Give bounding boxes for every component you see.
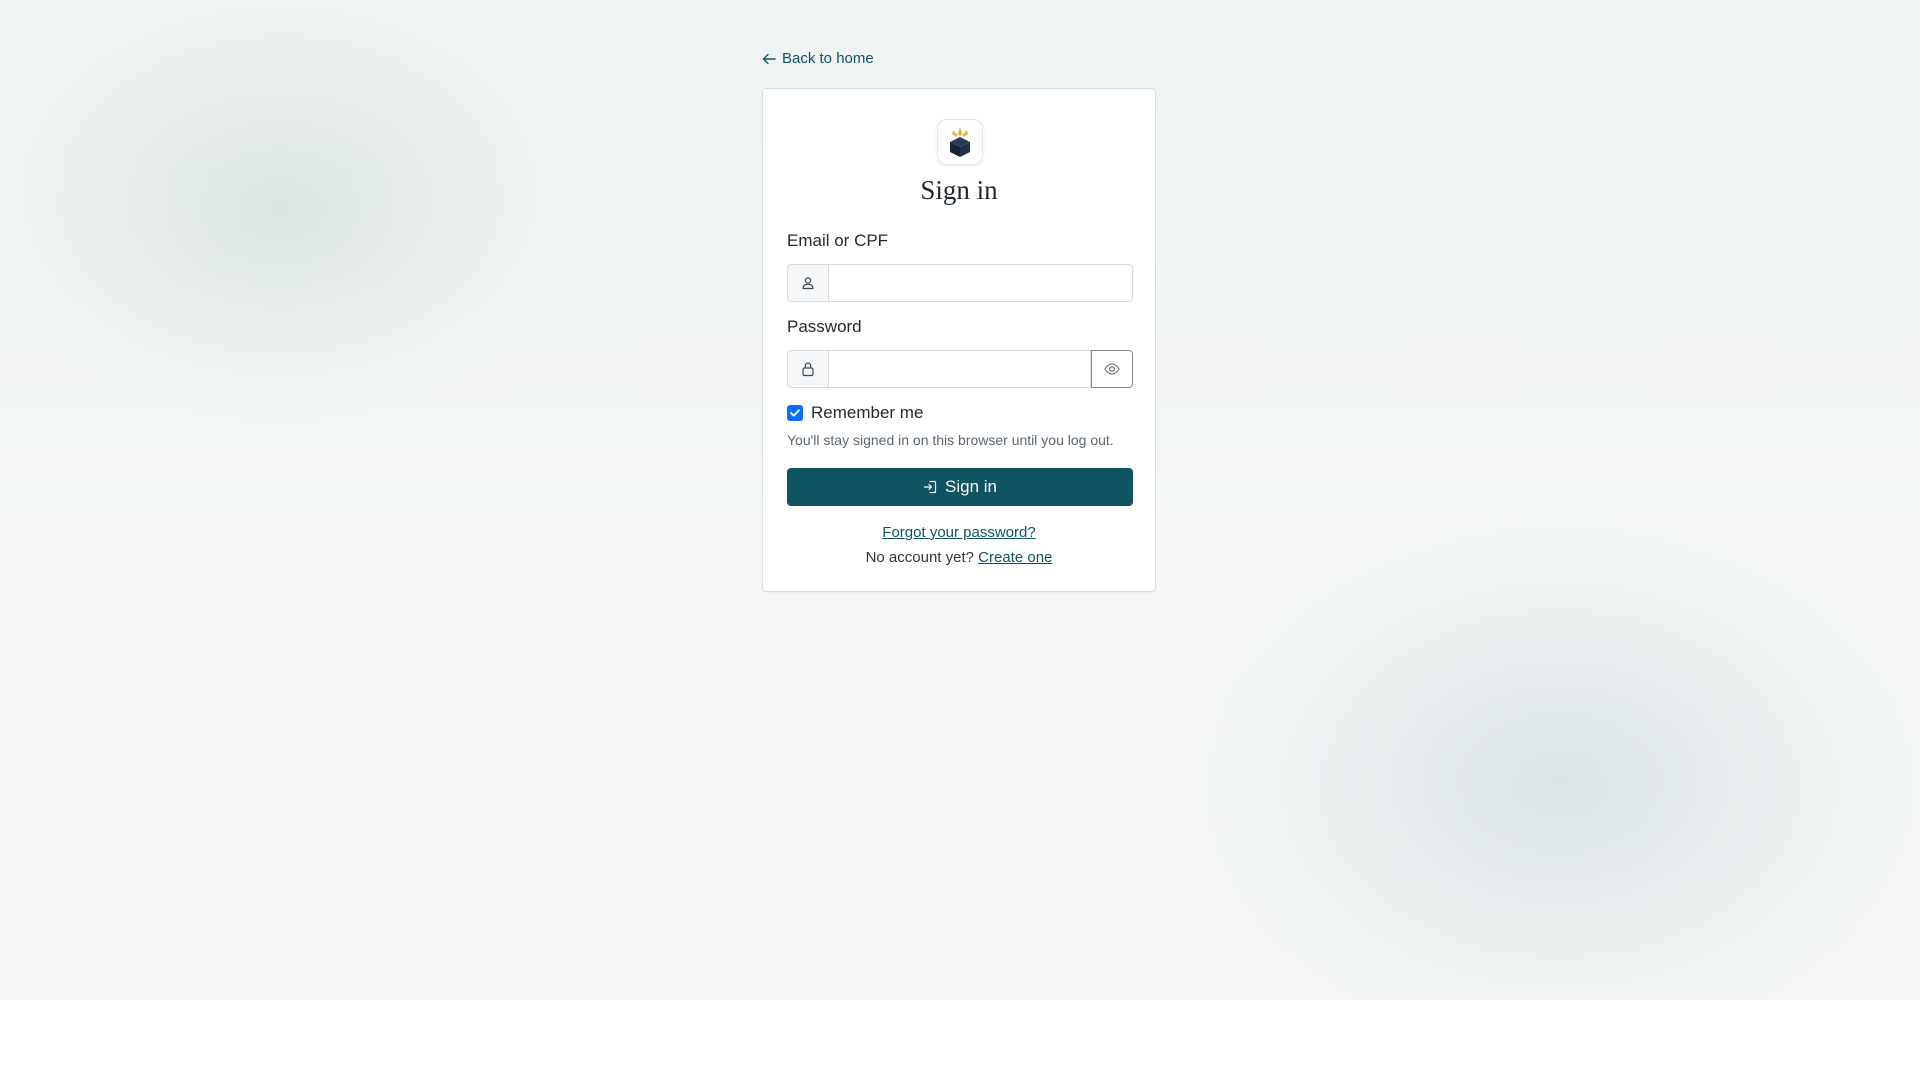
remember-me-hint: You'll stay signed in on this browser un…: [787, 432, 1114, 448]
email-label: Email or CPF: [787, 231, 889, 250]
sign-in-button-label: Sign in: [945, 477, 997, 496]
password-addon: [787, 350, 829, 388]
logo: [937, 119, 983, 165]
remember-me-checkbox[interactable]: [787, 405, 803, 421]
sign-in-button[interactable]: Sign in: [787, 468, 1133, 506]
email-field[interactable]: [829, 264, 1133, 302]
gold-box-logo: [950, 127, 970, 157]
forgot-password-row: Forgot your password?: [763, 524, 1155, 541]
back-to-home-link[interactable]: Back to home: [762, 50, 874, 67]
remember-me-label: Remember me: [811, 403, 924, 422]
show-password-button[interactable]: [1091, 350, 1133, 388]
email-addon: [787, 264, 829, 302]
password-input-group: [787, 350, 1133, 388]
no-account-text: No account yet?: [865, 549, 974, 566]
create-account-row: No account yet? Create one: [763, 549, 1155, 566]
page-title: Sign in: [920, 175, 998, 205]
lock-icon: [802, 362, 814, 377]
remember-me-row[interactable]: Remember me: [787, 403, 923, 423]
check-icon: [790, 409, 800, 417]
arrow-left-icon: [762, 53, 776, 65]
user-icon: [802, 277, 814, 290]
password-field[interactable]: [829, 350, 1091, 388]
email-input-group: [787, 264, 1133, 302]
back-to-home-label: Back to home: [782, 50, 874, 67]
page-background: Back to home Sign in Email or CPF Passwo…: [0, 0, 1920, 1000]
sign-in-icon: [923, 480, 937, 494]
forgot-password-link[interactable]: Forgot your password?: [882, 524, 1035, 541]
create-account-link[interactable]: Create one: [978, 549, 1052, 566]
sign-in-card: Sign in Email or CPF Password Remember m…: [762, 88, 1156, 592]
password-label: Password: [787, 317, 862, 336]
eye-icon: [1104, 363, 1120, 375]
